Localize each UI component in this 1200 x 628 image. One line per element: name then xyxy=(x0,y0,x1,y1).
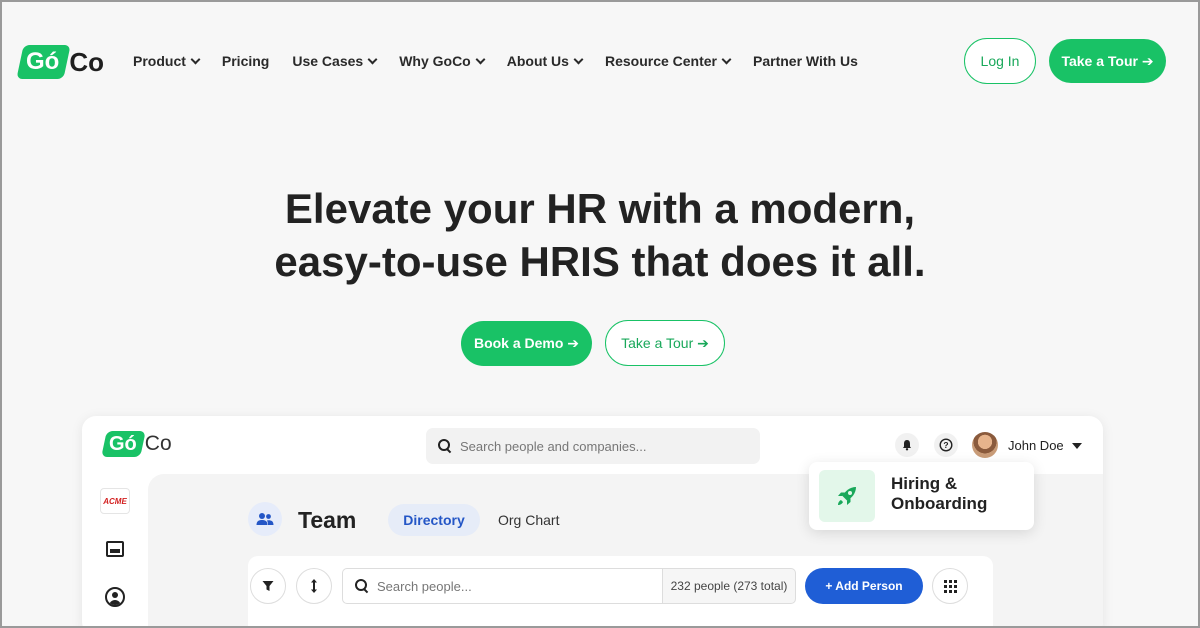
people-search[interactable] xyxy=(342,568,662,604)
grid-icon[interactable] xyxy=(932,568,968,604)
nav-item-pricing[interactable]: Pricing xyxy=(222,53,269,69)
goco-logo[interactable]: Gó Co xyxy=(16,44,104,80)
sort-icon[interactable] xyxy=(296,568,332,604)
app-logo: Gó Co xyxy=(101,431,172,457)
add-person-button[interactable]: + Add Person xyxy=(805,568,923,604)
tab-directory[interactable]: Directory xyxy=(388,504,480,536)
book-a-demo-button[interactable]: Book a Demo ➔ xyxy=(461,321,592,366)
user-name[interactable]: John Doe xyxy=(1008,438,1064,453)
site-header: Gó Co Product Pricing Use Cases Why GoCo… xyxy=(0,0,1200,120)
rocket-icon xyxy=(819,470,875,522)
hiring-onboarding-card[interactable]: Hiring & Onboarding xyxy=(809,462,1034,530)
nav-item-resource-center[interactable]: Resource Center xyxy=(605,53,732,69)
chevron-down-icon xyxy=(573,54,584,64)
global-search[interactable] xyxy=(426,428,760,464)
people-toolbar: 232 people (273 total) + Add Person xyxy=(248,556,993,628)
bell-icon[interactable] xyxy=(895,433,919,457)
company-logo[interactable]: ACME xyxy=(100,488,130,514)
search-icon xyxy=(438,439,452,453)
chevron-down-icon xyxy=(190,54,201,64)
nav-item-use-cases[interactable]: Use Cases xyxy=(292,53,378,69)
take-a-tour-header-button[interactable]: Take a Tour ➔ xyxy=(1049,39,1166,83)
user-circle-icon[interactable] xyxy=(105,587,125,607)
nav-item-product[interactable]: Product xyxy=(133,53,201,69)
search-icon xyxy=(355,579,369,593)
take-a-tour-hero-button[interactable]: Take a Tour ➔ xyxy=(605,320,725,366)
inbox-icon[interactable] xyxy=(106,541,124,557)
login-button[interactable]: Log In xyxy=(964,38,1036,84)
chevron-down-icon xyxy=(721,54,732,64)
filter-icon[interactable] xyxy=(250,568,286,604)
global-search-input[interactable] xyxy=(460,438,720,454)
chevron-down-icon xyxy=(475,54,486,64)
people-count: 232 people (273 total) xyxy=(662,568,796,604)
svg-text:?: ? xyxy=(943,440,948,450)
tab-org-chart[interactable]: Org Chart xyxy=(498,512,559,528)
page-title: Team xyxy=(298,507,357,533)
nav-item-partner-with-us[interactable]: Partner With Us xyxy=(753,53,858,69)
nav-item-about-us[interactable]: About Us xyxy=(507,53,584,69)
people-search-input[interactable] xyxy=(377,578,637,594)
main-nav: Product Pricing Use Cases Why GoCo About… xyxy=(133,50,881,72)
app-sidebar: ACME xyxy=(82,474,148,628)
team-icon xyxy=(248,502,282,536)
caret-down-icon[interactable] xyxy=(1072,443,1082,449)
hero-title: Elevate your HR with a modern, easy-to-u… xyxy=(274,185,926,285)
help-icon[interactable]: ? xyxy=(934,433,958,457)
chevron-down-icon xyxy=(367,54,378,64)
nav-item-why-goco[interactable]: Why GoCo xyxy=(399,53,486,69)
hiring-onboarding-label: Hiring & Onboarding xyxy=(891,474,988,513)
avatar[interactable] xyxy=(972,432,998,458)
